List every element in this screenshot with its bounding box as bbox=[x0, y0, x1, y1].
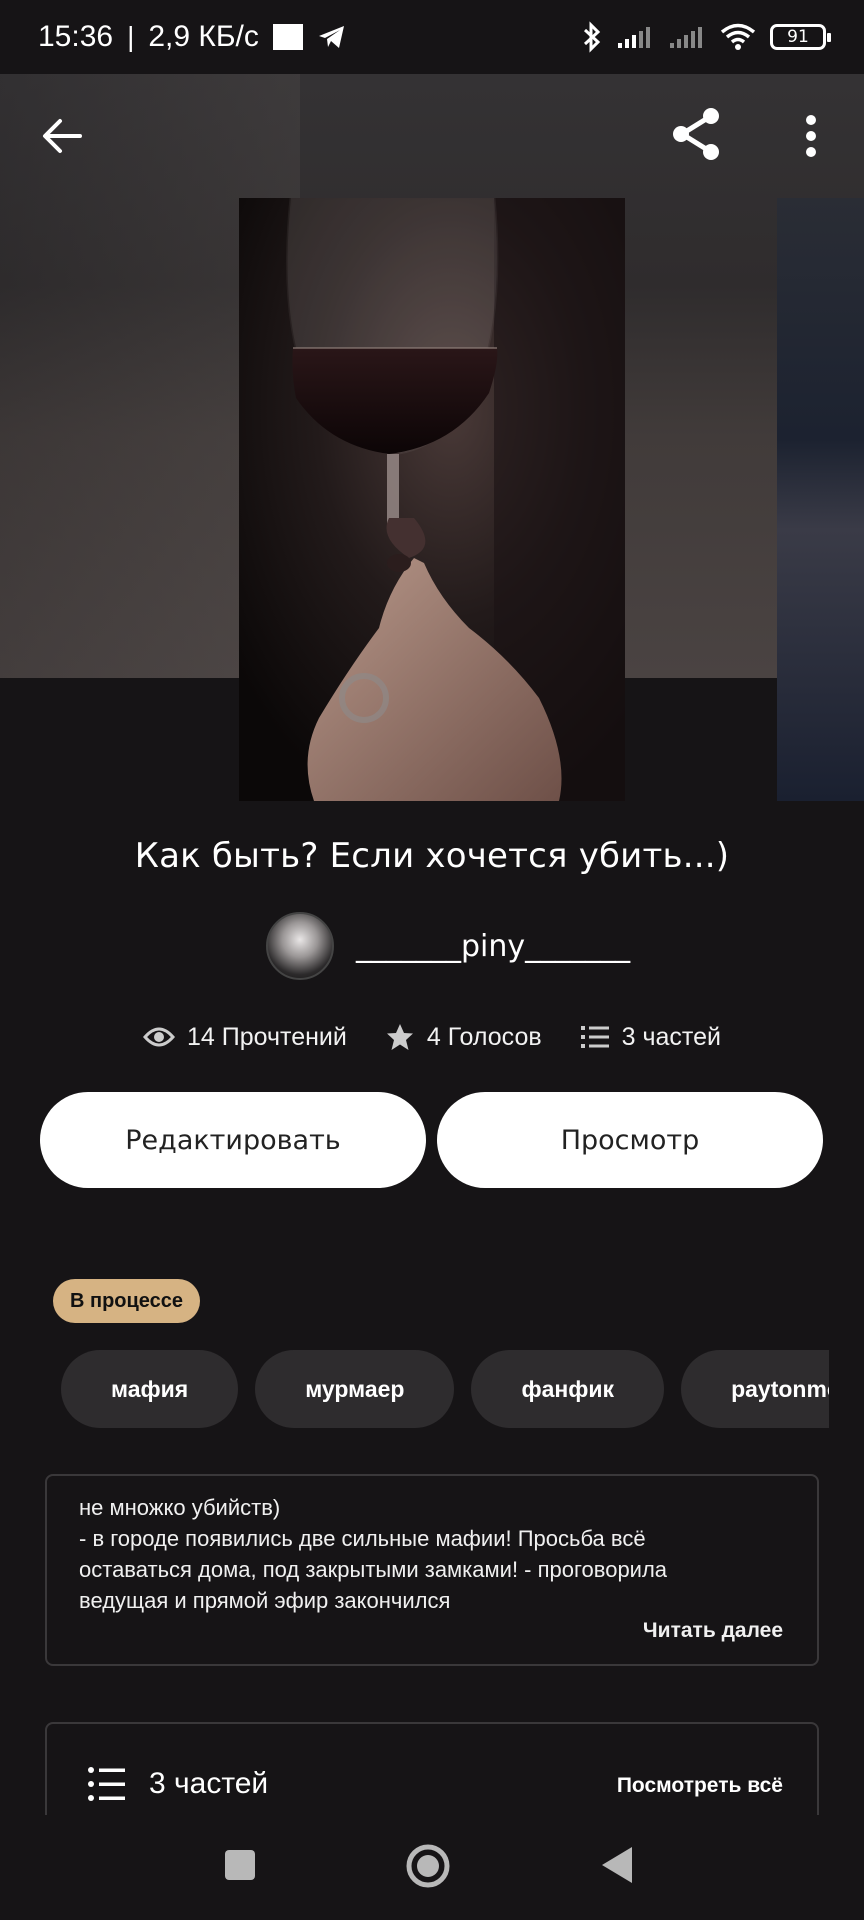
status-bar: 15:36 | 2,9 КБ/с 91 bbox=[0, 0, 864, 74]
status-badge: В процессе bbox=[53, 1279, 201, 1323]
story-cover bbox=[239, 198, 625, 801]
system-nav-bar bbox=[0, 1815, 864, 1920]
description-line: - в городе появились две сильные мафии! … bbox=[79, 1526, 646, 1551]
status-right: 91 bbox=[582, 21, 831, 53]
status-speed: 2,9 КБ/с bbox=[148, 20, 259, 53]
edit-button[interactable]: Редактировать bbox=[40, 1092, 426, 1188]
author-link[interactable]: _______piny_______ bbox=[266, 912, 630, 980]
more-vertical-icon bbox=[806, 115, 816, 157]
status-divider: | bbox=[127, 21, 135, 52]
back-nav-button[interactable] bbox=[600, 1845, 634, 1890]
eye-icon bbox=[143, 1027, 176, 1047]
tag-list: мафия мурмаер фанфик paytonmoormeier bbox=[61, 1350, 829, 1428]
see-all-link[interactable]: Посмотреть всё bbox=[617, 1774, 783, 1798]
story-stats: 14 Прочтений 4 Голосов 3 частей bbox=[0, 1022, 864, 1052]
votes-stat: 4 Голосов bbox=[385, 1022, 542, 1052]
parts-stat: 3 частей bbox=[580, 1022, 721, 1052]
telegram-icon bbox=[318, 26, 344, 48]
cover-image bbox=[239, 198, 625, 801]
reads-count: 14 Прочтений bbox=[187, 1022, 347, 1051]
signal-icon bbox=[618, 27, 650, 48]
description-line: ведущая и прямой эфир закончился bbox=[79, 1588, 451, 1613]
story-title: Как быть? Если хочется убить...) bbox=[134, 836, 730, 876]
arrow-left-icon bbox=[43, 119, 82, 153]
tag-paytonmoormeier[interactable]: paytonmoormeier bbox=[681, 1350, 829, 1428]
triangle-back-icon bbox=[602, 1847, 632, 1883]
circle-icon bbox=[406, 1844, 450, 1888]
tag-mafia[interactable]: мафия bbox=[61, 1350, 239, 1428]
description-line: оставаться дома, под закрытыми замками! … bbox=[79, 1557, 668, 1582]
notification-icon bbox=[272, 24, 303, 50]
home-button[interactable] bbox=[405, 1843, 451, 1894]
avatar bbox=[266, 912, 334, 980]
wifi-icon bbox=[720, 23, 756, 50]
votes-count: 4 Голосов bbox=[426, 1022, 542, 1051]
status-left: 15:36 | 2,9 КБ/с bbox=[38, 20, 347, 54]
parts-count: 3 частей bbox=[621, 1022, 721, 1051]
tag-murmaer[interactable]: мурмаер bbox=[255, 1350, 455, 1428]
story-description[interactable]: не множко убийств) - в городе появились … bbox=[45, 1474, 819, 1666]
description-line: не множко убийств) bbox=[79, 1495, 281, 1520]
back-button[interactable] bbox=[30, 104, 94, 168]
author-name: _______piny_______ bbox=[356, 928, 631, 964]
battery-icon: 91 bbox=[770, 24, 831, 50]
tag-fanfic[interactable]: фанфик bbox=[471, 1350, 665, 1428]
preview-button[interactable]: Просмотр bbox=[437, 1092, 823, 1188]
list-icon bbox=[88, 1767, 125, 1801]
status-time: 15:36 bbox=[38, 20, 114, 53]
share-icon bbox=[673, 108, 719, 160]
bluetooth-icon bbox=[583, 21, 601, 53]
parts-title: 3 частей bbox=[149, 1767, 269, 1800]
reads-stat: 14 Прочтений bbox=[143, 1022, 347, 1052]
signal-icon bbox=[670, 27, 702, 48]
square-icon bbox=[225, 1850, 255, 1880]
read-more-link[interactable]: Читать далее bbox=[643, 1615, 783, 1646]
more-button[interactable] bbox=[790, 108, 832, 164]
list-icon bbox=[580, 1026, 609, 1048]
recents-button[interactable] bbox=[224, 1849, 256, 1886]
parts-header: 3 частей bbox=[87, 1766, 268, 1802]
next-cover[interactable] bbox=[777, 198, 864, 801]
star-icon bbox=[386, 1024, 413, 1050]
share-button[interactable] bbox=[662, 100, 730, 168]
